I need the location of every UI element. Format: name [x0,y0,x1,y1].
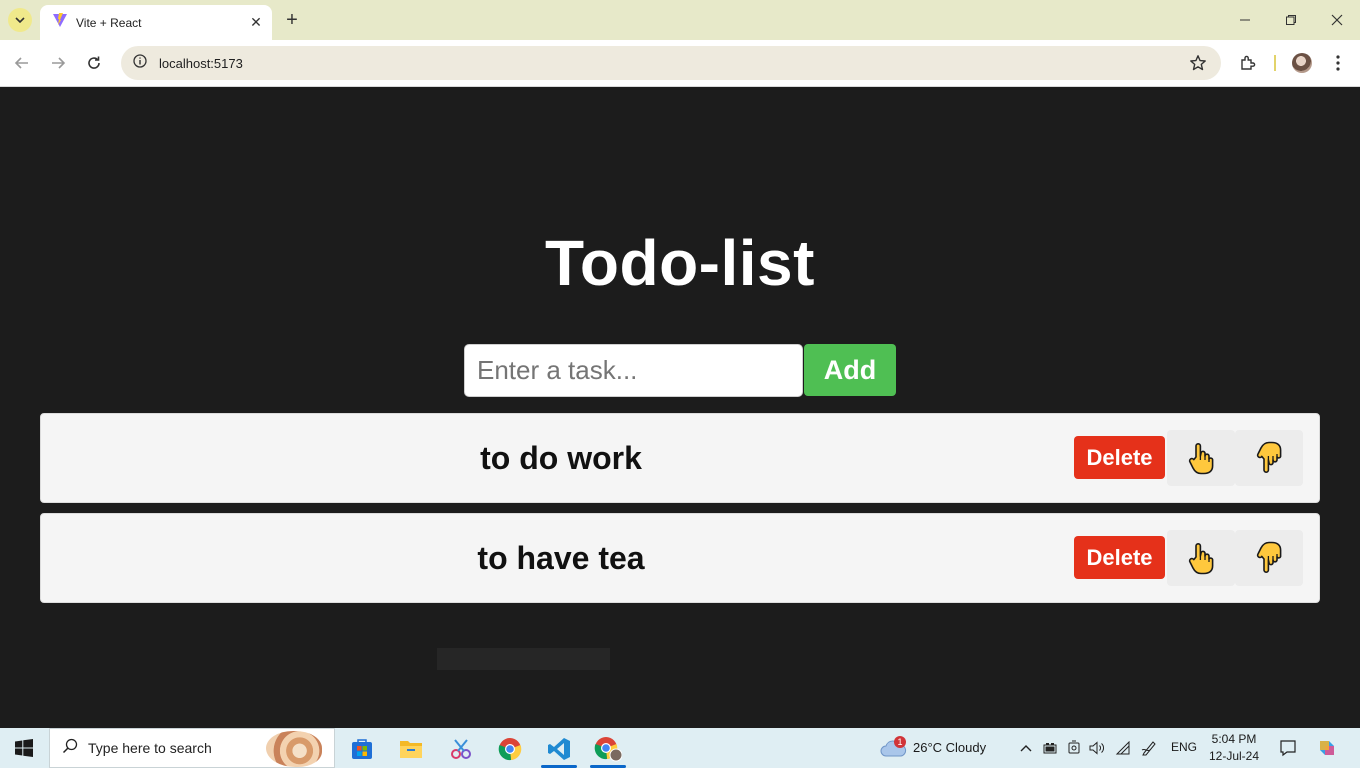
delete-button[interactable]: Delete [1074,436,1165,479]
language-indicator[interactable]: ENG [1171,740,1197,754]
windows-start-icon[interactable] [0,728,48,768]
clock-date: 12-Jul-24 [1208,749,1260,763]
forward-icon[interactable] [45,50,71,76]
snipping-tool-icon[interactable] [439,732,483,766]
close-window-icon[interactable] [1323,6,1351,34]
browser-tab[interactable]: Vite + React ✕ [40,5,272,40]
search-highlight-image [266,731,322,767]
file-explorer-icon[interactable] [389,732,433,766]
star-icon[interactable] [1189,54,1207,77]
chrome-profile-icon[interactable] [586,732,630,768]
volume-icon[interactable] [1089,740,1105,756]
address-bar[interactable]: localhost:5173 [121,46,1221,80]
profile-avatar[interactable] [1292,53,1312,73]
vscode-icon[interactable] [537,732,581,768]
pointing-down-icon [1256,441,1282,473]
copilot-icon[interactable] [1316,737,1338,759]
add-button[interactable]: Add [804,344,896,396]
toolbar-divider [1274,55,1276,71]
delete-button[interactable]: Delete [1074,536,1165,579]
page-content: Todo-list Add to do work Delete to have … [0,88,1360,728]
clock[interactable]: 5:04 PM 12-Jul-24 [1204,731,1264,765]
windows-taskbar: Type here to search 1 26°C Cloudy ENG 5:… [0,728,1360,768]
todo-item: to have tea Delete [40,513,1320,603]
microsoft-store-icon[interactable] [340,732,384,766]
device-icon[interactable] [1066,740,1082,756]
menu-dots-icon[interactable] [1326,51,1350,75]
extensions-icon[interactable] [1236,51,1260,75]
tab-search-icon[interactable] [8,8,32,32]
wifi-icon[interactable] [1115,740,1131,756]
pen-icon[interactable] [1141,740,1157,756]
browser-tab-bar: Vite + React ✕ + [0,0,1360,40]
faint-overlay-bar [437,648,610,670]
back-icon[interactable] [9,50,35,76]
vite-favicon-icon [52,12,68,33]
address-text: localhost:5173 [159,55,243,71]
todo-item: to do work Delete [40,413,1320,503]
reload-icon[interactable] [81,50,107,76]
move-up-button[interactable] [1167,530,1235,586]
move-down-button[interactable] [1235,430,1303,486]
move-up-button[interactable] [1167,430,1235,486]
weather-badge: 1 [894,736,906,748]
pointing-down-icon [1256,541,1282,573]
chevron-up-icon[interactable] [1018,740,1034,756]
chrome-icon[interactable] [488,732,532,766]
minimize-icon[interactable] [1231,6,1259,34]
battery-icon[interactable] [1042,740,1058,756]
todo-text: to have tea [477,539,645,576]
browser-toolbar: localhost:5173 [0,40,1360,87]
weather-text[interactable]: 26°C Cloudy [913,740,986,755]
taskbar-search-placeholder: Type here to search [88,740,212,756]
task-input[interactable] [464,344,803,397]
pointing-up-icon [1188,443,1214,475]
site-info-icon[interactable] [133,53,147,73]
page-title: Todo-list [545,227,815,299]
notification-icon[interactable] [1279,739,1297,757]
restore-icon[interactable] [1277,6,1305,34]
move-down-button[interactable] [1235,530,1303,586]
pointing-up-icon [1188,543,1214,575]
plus-icon[interactable]: + [281,9,303,31]
clock-time: 5:04 PM [1211,732,1257,746]
search-icon [62,738,78,759]
tab-title: Vite + React [76,15,142,30]
close-icon[interactable]: ✕ [248,14,264,31]
taskbar-search-box[interactable]: Type here to search [49,728,335,768]
todo-text: to do work [480,439,642,476]
